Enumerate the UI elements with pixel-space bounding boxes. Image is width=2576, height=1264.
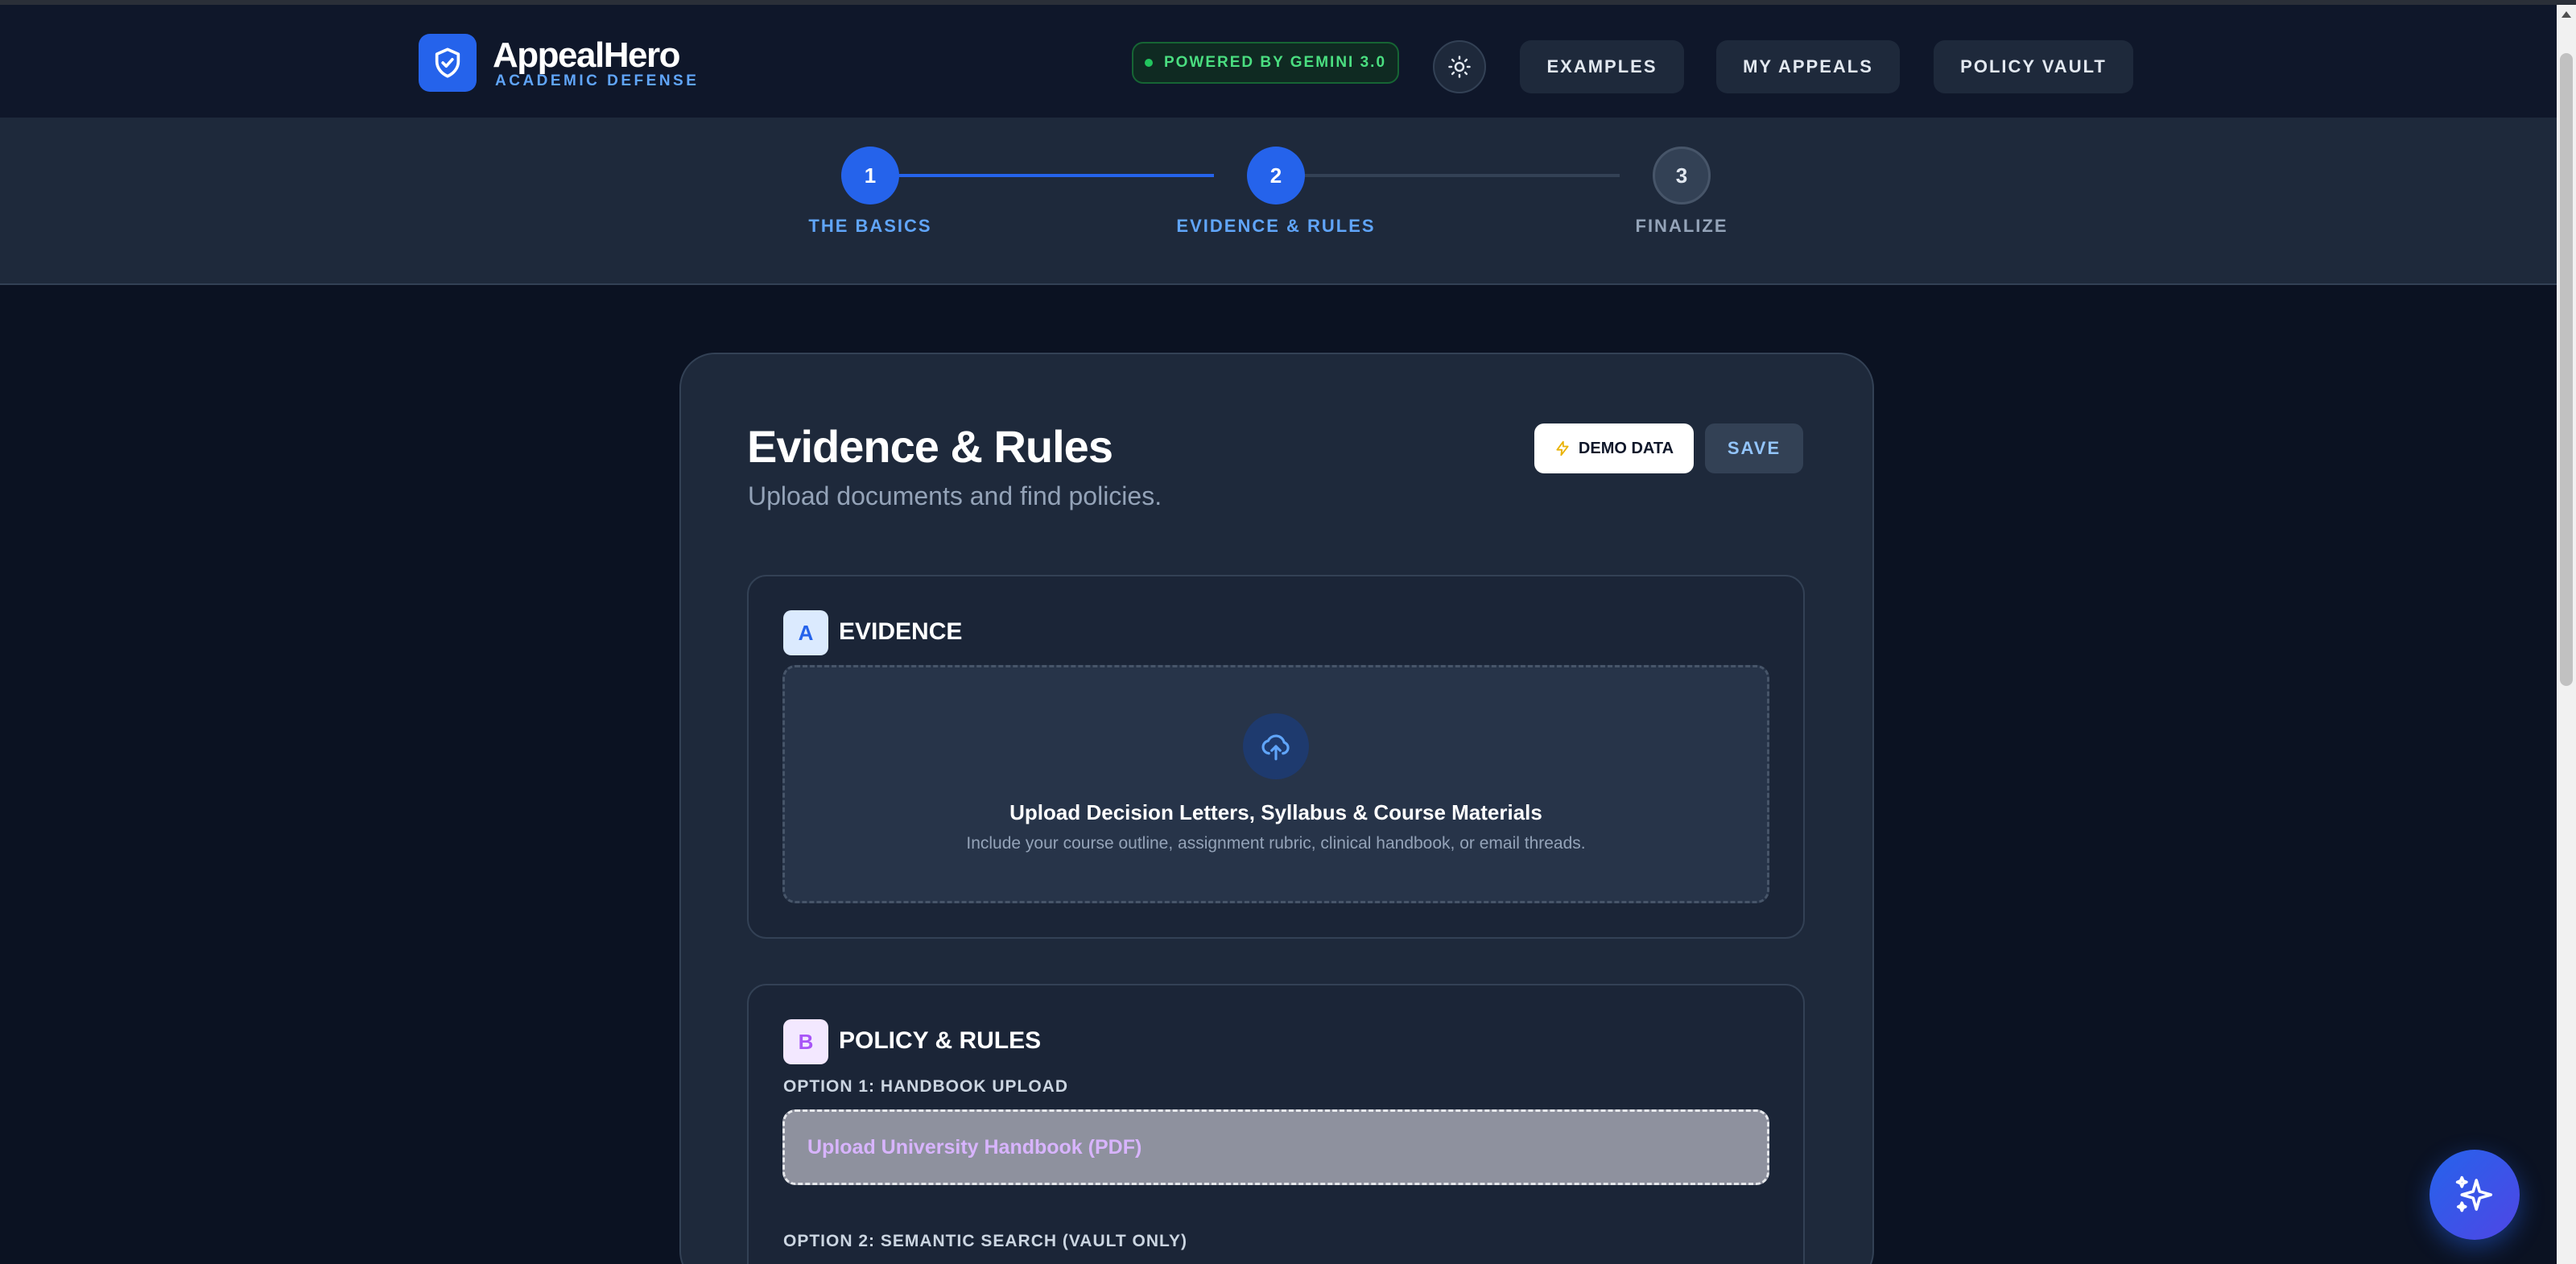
app-header: AppealHero ACADEMIC DEFENSE POWERED BY G… (0, 5, 2557, 118)
sun-icon (1448, 56, 1471, 78)
lightning-icon (1556, 440, 1569, 456)
step-2-label: EVIDENCE & RULES (1176, 216, 1376, 236)
step-2-circle[interactable]: 2 (1247, 147, 1305, 204)
sparkles-icon (2455, 1175, 2493, 1212)
policy-title: POLICY & RULES (839, 1027, 1042, 1054)
cloud-upload-icon (1261, 734, 1290, 761)
scrollbar-thumb[interactable] (2560, 53, 2573, 686)
upload-icon-circle (1243, 713, 1309, 779)
option-1-label: OPTION 1: HANDBOOK UPLOAD (783, 1077, 1069, 1096)
status-dot-icon (1144, 59, 1153, 67)
step-1-label: THE BASICS (808, 216, 932, 236)
powered-by-text: POWERED BY GEMINI 3.0 (1163, 54, 1387, 71)
demo-data-label: DEMO DATA (1578, 439, 1674, 457)
step-3-label: FINALIZE (1635, 216, 1728, 236)
demo-data-button[interactable]: DEMO DATA (1534, 423, 1694, 473)
nav-policy-vault-button[interactable]: POLICY VAULT (1934, 40, 2133, 93)
step-connector-1 (898, 174, 1214, 177)
powered-by-badge: POWERED BY GEMINI 3.0 (1132, 42, 1399, 84)
page-title: Evidence & Rules (747, 421, 1113, 472)
option-2-label: OPTION 2: SEMANTIC SEARCH (VAULT ONLY) (783, 1232, 1187, 1250)
evidence-upload-dropzone[interactable] (782, 665, 1769, 903)
brand-tagline: ACADEMIC DEFENSE (495, 72, 700, 89)
step-3-circle[interactable]: 3 (1653, 147, 1711, 204)
scroll-up-arrow-icon[interactable] (2562, 11, 2571, 18)
nav-my-appeals-button[interactable]: MY APPEALS (1716, 40, 1900, 93)
logo[interactable] (419, 34, 477, 92)
nav-examples-button[interactable]: EXAMPLES (1520, 40, 1684, 93)
ai-assistant-fab[interactable] (2429, 1150, 2520, 1240)
save-button[interactable]: SAVE (1705, 423, 1803, 473)
upload-hint: Include your course outline, assignment … (966, 834, 1586, 853)
evidence-title: EVIDENCE (839, 618, 963, 645)
handbook-upload-button[interactable]: Upload University Handbook (PDF) (782, 1109, 1769, 1185)
shield-check-icon (435, 48, 460, 78)
brand-name: AppealHero (493, 35, 680, 75)
step-connector-2 (1304, 174, 1620, 177)
section-b-badge: B (783, 1019, 828, 1064)
theme-toggle-button[interactable] (1433, 40, 1486, 93)
upload-title: Upload Decision Letters, Syllabus & Cour… (1009, 800, 1542, 824)
step-1-circle[interactable]: 1 (841, 147, 899, 204)
page-subtitle: Upload documents and find policies. (748, 481, 1162, 510)
section-a-badge: A (783, 610, 828, 655)
